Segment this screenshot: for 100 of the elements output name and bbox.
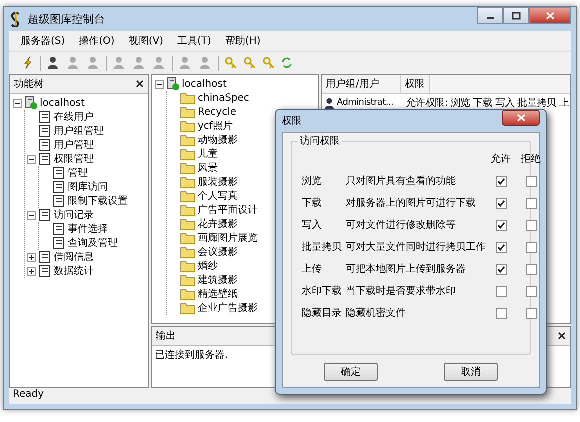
tree-item[interactable]: 服装摄影	[198, 175, 238, 189]
tree-item[interactable]: 风景	[198, 161, 218, 175]
checkbox[interactable]	[526, 176, 536, 186]
tree-item[interactable]: 管理	[68, 166, 88, 180]
permission-description: 对服务器上的图片可进行下载	[346, 196, 477, 210]
tree-item[interactable]: 事件选择	[68, 222, 108, 236]
expand-icon[interactable]	[27, 252, 36, 262]
dialog-button[interactable]: 确定	[324, 363, 378, 381]
user-icon[interactable]	[46, 56, 61, 70]
tree-item[interactable]: ycf照片	[198, 119, 233, 133]
tree-item[interactable]: localhost	[40, 98, 85, 108]
node-icon	[38, 124, 52, 138]
tree-item[interactable]: 在线用户	[54, 110, 94, 124]
tree-item[interactable]: 图库访问	[68, 180, 108, 194]
checkbox[interactable]	[526, 264, 536, 274]
maximize-button[interactable]	[503, 7, 529, 24]
tree-item[interactable]: 会议摄影	[198, 245, 238, 259]
tree-item[interactable]: 精选壁纸	[198, 287, 238, 301]
permission-description: 可对大量文件同时进行拷贝工作	[346, 240, 486, 254]
collapse-icon[interactable]	[27, 210, 36, 220]
column-header[interactable]: 用户组/用户	[322, 75, 401, 93]
tree-item[interactable]: 限制下载设置	[68, 194, 128, 208]
tree-item[interactable]: 婚纱	[198, 259, 218, 273]
folder-icon	[180, 302, 196, 314]
close-icon[interactable]	[558, 332, 566, 340]
tree-item[interactable]: 广告平面设计	[198, 203, 258, 217]
key-icon[interactable]	[243, 56, 257, 70]
key-icon[interactable]	[262, 56, 276, 70]
tree-item[interactable]: 花卉摄影	[198, 217, 238, 231]
permission-description: 可对文件进行修改删除等	[346, 218, 457, 232]
tree-item[interactable]: 查询及管理	[68, 236, 118, 250]
permission-name: 上传	[302, 262, 323, 276]
checkbox[interactable]	[496, 286, 506, 296]
tree-item[interactable]: 个人写真	[198, 189, 238, 203]
node-icon	[52, 222, 66, 236]
tree-item[interactable]: 访问记录	[54, 208, 94, 222]
close-icon	[516, 114, 526, 122]
checkbox[interactable]	[526, 308, 536, 318]
folder-icon	[180, 92, 196, 104]
tree-item[interactable]: 借阅信息	[54, 250, 94, 264]
collapse-icon[interactable]	[27, 154, 36, 164]
collapse-icon[interactable]	[13, 98, 22, 108]
user-icon	[323, 96, 336, 110]
checkbox[interactable]	[526, 242, 536, 252]
checkbox[interactable]	[496, 198, 506, 208]
checkbox[interactable]	[526, 286, 536, 296]
tree-item[interactable]: 动物摄影	[198, 133, 238, 147]
collapse-icon[interactable]	[155, 80, 164, 88]
folder-icon	[180, 120, 196, 132]
close-button[interactable]	[502, 110, 540, 126]
tree-item[interactable]: 建筑摄影	[198, 273, 238, 287]
pane-title: 输出	[156, 330, 176, 343]
checkbox[interactable]	[496, 264, 506, 274]
key-icon[interactable]	[224, 56, 238, 70]
folder-icon	[180, 204, 196, 216]
tree-item[interactable]: 权限管理	[54, 152, 94, 166]
node-icon	[38, 152, 52, 166]
folder-icon	[180, 232, 196, 244]
close-button[interactable]	[529, 7, 571, 24]
dialog-button[interactable]: 取消	[444, 363, 498, 381]
permission-description: 只对图片具有查看的功能	[346, 174, 457, 188]
folder-icon	[180, 218, 196, 230]
checkbox[interactable]	[496, 220, 506, 230]
checkbox[interactable]	[496, 242, 506, 252]
node-icon	[52, 180, 66, 194]
column-header: 拒绝	[520, 152, 542, 166]
menu-item[interactable]: 服务器(S)	[21, 34, 66, 48]
menu-item[interactable]: 操作(O)	[79, 34, 115, 48]
refresh-icon[interactable]	[281, 56, 293, 70]
tree-item[interactable]: chinaSpec	[198, 92, 250, 104]
user-cell[interactable]: Administrat...	[337, 98, 406, 108]
folder-icon	[180, 176, 196, 188]
tree-item[interactable]: 用户管理	[54, 138, 94, 152]
expand-icon[interactable]	[27, 266, 36, 276]
checkbox[interactable]	[496, 308, 506, 318]
menu-item[interactable]: 工具(T)	[178, 34, 212, 48]
tree-item[interactable]: 画廊图片展览	[198, 231, 258, 245]
node-icon	[52, 236, 66, 250]
tree-item[interactable]: 企业广告摄影	[198, 301, 258, 315]
menu-item[interactable]: 帮助(H)	[225, 34, 261, 48]
checkbox[interactable]	[496, 176, 506, 186]
close-icon[interactable]	[136, 80, 144, 88]
column-header[interactable]: 权限	[401, 75, 430, 93]
node-icon	[38, 250, 52, 264]
permission-description: 当下载时是否要求带水印	[346, 284, 457, 298]
maximize-icon	[512, 12, 520, 20]
column-header: 允许	[490, 152, 512, 166]
permission-cell[interactable]: 允许权限: 浏览 下载 写入 批量拷贝 上	[406, 96, 569, 110]
tree-item[interactable]: 儿童	[198, 147, 218, 161]
tree-item[interactable]: 数据统计	[54, 264, 94, 278]
tree-item[interactable]: localhost	[182, 78, 227, 90]
checkbox[interactable]	[526, 220, 536, 230]
permission-name: 隐藏目录	[302, 306, 343, 320]
node-icon	[38, 264, 52, 278]
tree-item[interactable]: 用户组管理	[54, 124, 104, 138]
menu-item[interactable]: 视图(V)	[128, 34, 164, 48]
tree-item[interactable]: Recycle	[198, 106, 236, 118]
minimize-button[interactable]	[477, 7, 503, 24]
checkbox[interactable]	[526, 198, 536, 208]
group-label: 访问权限	[298, 134, 342, 148]
